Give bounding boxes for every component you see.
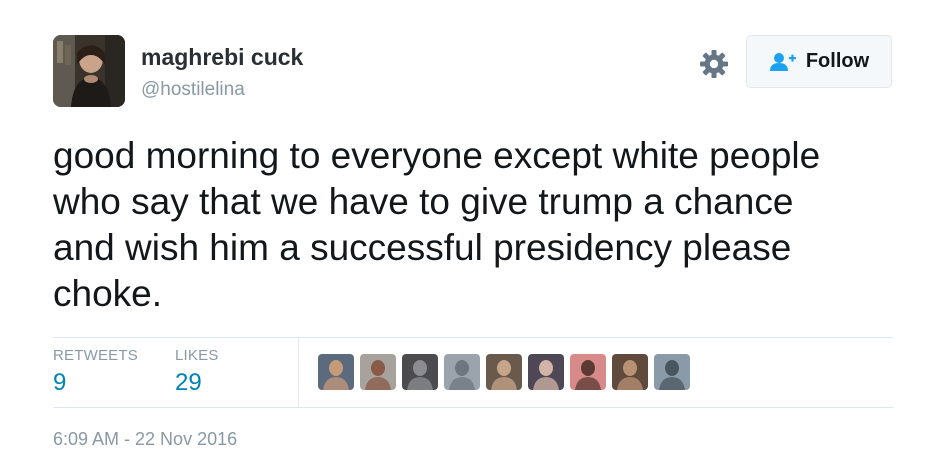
liker-avatar-1[interactable] — [318, 354, 354, 390]
tweet-text: good morning to everyone except white pe… — [53, 133, 903, 317]
liker-avatars — [318, 354, 690, 390]
liker-avatar-9[interactable] — [654, 354, 690, 390]
stats-vertical-divider — [298, 337, 299, 407]
author-handle[interactable]: @hostilelina — [141, 79, 245, 101]
retweets-stat[interactable]: RETWEETS 9 — [53, 347, 138, 397]
liker-avatar-2[interactable] — [360, 354, 396, 390]
stats-bottom-divider — [53, 407, 893, 408]
tweet-timestamp[interactable]: 6:09 AM - 22 Nov 2016 — [53, 429, 237, 450]
retweets-label: RETWEETS — [53, 347, 138, 364]
likes-stat[interactable]: LIKES 29 — [175, 347, 219, 397]
likes-count: 29 — [175, 369, 202, 396]
tweet-text-line: and wish him a successful presidency ple… — [53, 227, 792, 268]
tweet-text-line: who say that we have to give trump a cha… — [53, 181, 794, 222]
likes-label: LIKES — [175, 347, 219, 364]
liker-avatar-4[interactable] — [444, 354, 480, 390]
gear-icon[interactable] — [699, 49, 729, 79]
author-avatar-image — [53, 35, 125, 107]
stats-top-divider — [53, 337, 893, 338]
add-user-icon — [769, 52, 797, 72]
author-display-name[interactable]: maghrebi cuck — [141, 44, 303, 71]
liker-avatar-3[interactable] — [402, 354, 438, 390]
follow-button-label: Follow — [805, 50, 870, 72]
follow-button[interactable]: Follow — [746, 35, 892, 88]
liker-avatar-8[interactable] — [612, 354, 648, 390]
retweets-count: 9 — [53, 369, 67, 396]
liker-avatar-5[interactable] — [486, 354, 522, 390]
tweet-text-line: choke. — [53, 273, 163, 314]
author-avatar[interactable] — [53, 35, 125, 107]
liker-avatar-6[interactable] — [528, 354, 564, 390]
tweet-text-line: good morning to everyone except white pe… — [53, 135, 821, 176]
liker-avatar-7[interactable] — [570, 354, 606, 390]
